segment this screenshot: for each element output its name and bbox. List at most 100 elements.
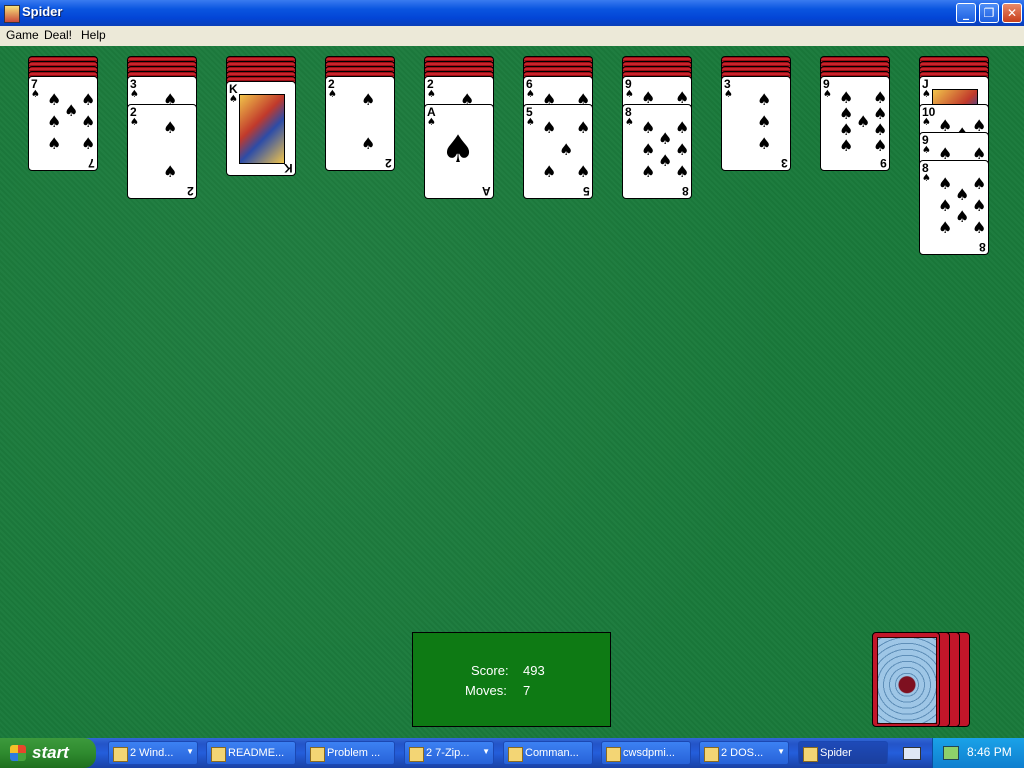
spade-icon: ♠ [47, 112, 62, 131]
spade-icon: ♠ [526, 89, 535, 100]
card-5-spade[interactable]: 5 ♠ 5 ♠ ♠ ♠ ♠ ♠ [523, 104, 593, 199]
menu-deal[interactable]: Deal! [44, 28, 72, 42]
spade-icon: ♠ [542, 118, 557, 137]
menu-bar: Game Deal! Help [0, 26, 1024, 47]
spade-icon: ♠ [955, 185, 970, 204]
network-icon[interactable] [943, 746, 959, 760]
taskbar-item[interactable]: Spider [798, 741, 888, 765]
taskbar-item[interactable]: README... [206, 741, 296, 765]
spider-icon [803, 747, 818, 762]
taskbar-item[interactable]: 2 7-Zip... ▼ [404, 741, 494, 765]
card-rank: A [482, 184, 491, 198]
taskbar-item[interactable]: 2 Wind... ▼ [108, 741, 198, 765]
spade-icon: ♠ [972, 174, 987, 193]
spider-web-icon [877, 637, 937, 724]
taskbar-item[interactable]: Comman... [503, 741, 593, 765]
menu-help[interactable]: Help [81, 28, 106, 42]
spade-icon: ♠ [938, 174, 953, 193]
spade-icon: ♠ [757, 112, 772, 131]
taskbar-item-label: 2 DOS... [721, 747, 764, 759]
taskbar-item[interactable]: Problem ... [305, 741, 395, 765]
card-K-spade[interactable]: K ♠ K [226, 81, 296, 176]
moves-value: 7 [523, 683, 531, 698]
spade-icon: ♠ [31, 89, 40, 100]
clock[interactable]: 8:46 PM [967, 745, 1012, 759]
spade-icon: ♠ [922, 117, 931, 128]
card-A-spade[interactable]: A ♠ A ♠ [424, 104, 494, 199]
notepad-icon [606, 747, 621, 762]
spade-icon: ♠ [576, 162, 591, 181]
stock-deal-pile[interactable] [872, 632, 940, 727]
maximize-button[interactable]: ❐ [979, 3, 999, 23]
spade-icon: ♠ [856, 112, 871, 131]
spade-icon: ♠ [130, 89, 139, 100]
taskbar-item-label: Problem ... [327, 747, 381, 759]
card-pips: ♠ ♠ ♠ ♠ ♠ [536, 113, 590, 193]
court-card-picture [239, 94, 285, 164]
spade-icon: ♠ [163, 118, 178, 137]
dosbox-icon [704, 747, 719, 762]
chevron-down-icon: ▼ [482, 747, 490, 756]
taskbar-item[interactable]: cwsdpmi... [601, 741, 691, 765]
spade-icon: ♠ [361, 90, 376, 109]
card-pips: ♠ ♠ ♠ [734, 85, 780, 165]
spade-icon: ♠ [47, 134, 62, 153]
spade-icon: ♠ [873, 136, 888, 155]
spade-icon: ♠ [427, 117, 436, 128]
card-7-spade[interactable]: 7 ♠ 7 ♠ ♠ ♠ ♠ ♠ ♠ ♠ [28, 76, 98, 171]
card-pips: ♠♠ [338, 85, 384, 165]
card-8-spade[interactable]: 8 ♠ 8 ♠ ♠ ♠ ♠ ♠ ♠ ♠ ♠ [919, 160, 989, 255]
folder-icon [113, 747, 128, 762]
spade-icon: ♠ [823, 89, 832, 100]
close-button[interactable]: ✕ [1002, 3, 1022, 23]
spade-icon: ♠ [576, 118, 591, 137]
spade-icon: ♠ [724, 89, 733, 100]
spade-icon: ♠ [625, 117, 634, 128]
spade-icon: ♠ [938, 116, 953, 135]
spade-icon: ♠ [675, 162, 690, 181]
card-3-spade[interactable]: 3♠3♠♠♠ [721, 76, 791, 171]
card-pips: ♠ ♠ ♠ ♠ ♠ ♠ ♠ ♠ [635, 113, 689, 193]
command-prompt-icon [508, 747, 523, 762]
taskbar-item-label: 2 7-Zip... [426, 747, 470, 759]
taskbar-item-label: 2 Wind... [130, 747, 174, 759]
spade-icon: ♠ [658, 151, 673, 170]
spade-icon: ♠ [229, 94, 238, 105]
card-2-spade[interactable]: 2♠2♠♠ [127, 104, 197, 199]
card-9-spade[interactable]: 9♠9♠♠♠♠♠♠♠♠♠ [820, 76, 890, 171]
taskbar-item[interactable]: 2 DOS... ▼ [699, 741, 789, 765]
card-rank: 2 [385, 156, 392, 170]
card-pips: ♠♠ [140, 113, 186, 193]
spade-icon: ♠ [922, 145, 931, 156]
menu-game[interactable]: Game [6, 28, 39, 42]
start-button[interactable]: start [0, 738, 96, 768]
moves-label: Moves: [465, 683, 507, 698]
card-rank: K [284, 161, 293, 175]
card-rank: 5 [583, 184, 590, 198]
minimize-button[interactable]: _ [956, 3, 976, 23]
spade-icon: ♠ [955, 207, 970, 226]
keyboard-icon[interactable] [903, 747, 921, 760]
spade-icon: ♠ [641, 118, 656, 137]
card-rank: 8 [682, 184, 689, 198]
spade-icon: ♠ [559, 140, 574, 159]
title-bar[interactable]: Spider _ ❐ ✕ [0, 0, 1024, 26]
spade-icon: ♠ [81, 90, 96, 109]
7zip-icon [409, 747, 424, 762]
spade-icon: ♠ [839, 120, 854, 139]
card-rank: 9 [880, 156, 887, 170]
spider-app-icon[interactable] [4, 5, 20, 23]
spade-icon: ♠ [625, 89, 634, 100]
start-label: start [32, 743, 69, 762]
card-8-spade[interactable]: 8 ♠ 8 ♠ ♠ ♠ ♠ ♠ ♠ ♠ ♠ [622, 104, 692, 199]
card-rank: 7 [88, 156, 95, 170]
spade-icon: ♠ [361, 134, 376, 153]
spade-icon: ♠ [427, 89, 436, 100]
taskbar: start 2 Wind... ▼ README... Problem ... 2 7-… [0, 738, 1024, 768]
spade-icon: ♠ [163, 162, 178, 181]
card-rank: 3 [781, 156, 788, 170]
score-label: Score: [471, 663, 509, 678]
taskbar-item-label: cwsdpmi... [623, 747, 675, 759]
card-2-spade[interactable]: 2♠2♠♠ [325, 76, 395, 171]
spade-icon: ♠ [839, 88, 854, 107]
